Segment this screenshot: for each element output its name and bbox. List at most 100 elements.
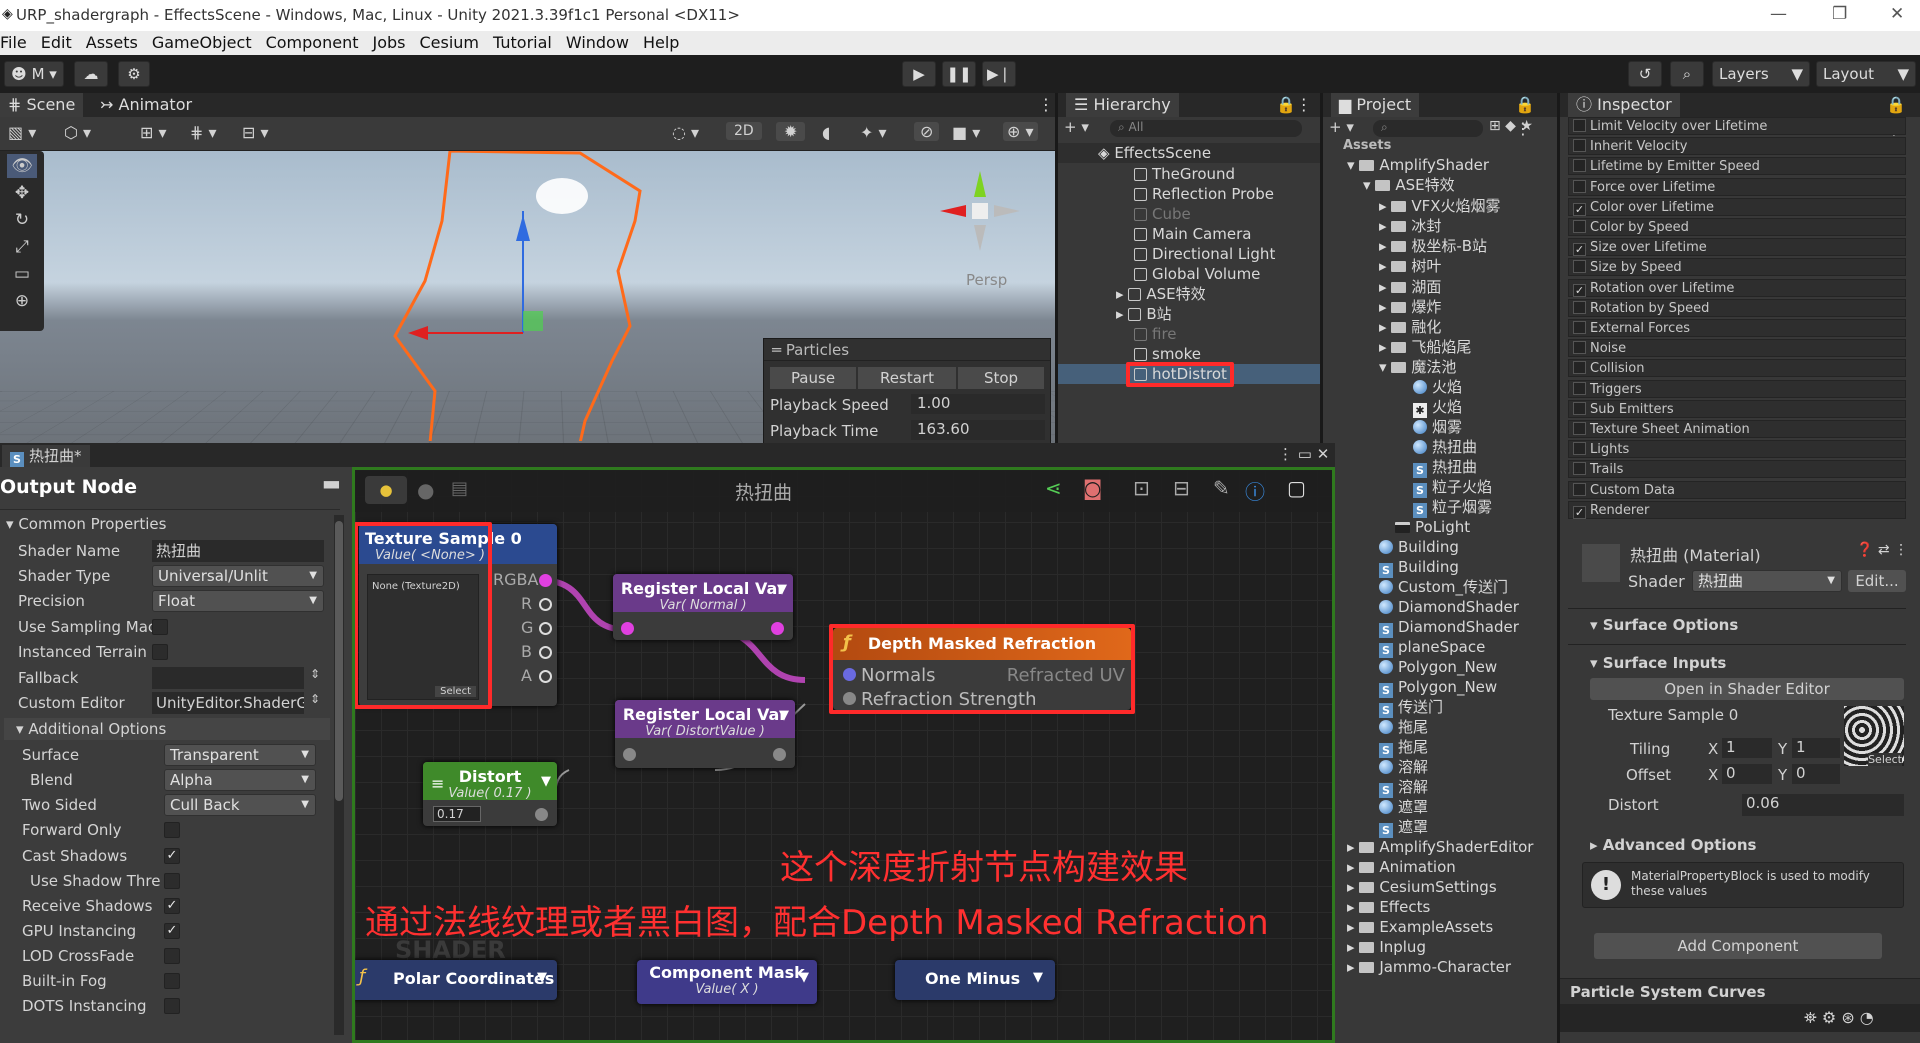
- module-checkbox[interactable]: [1573, 381, 1586, 395]
- one-minus-node[interactable]: One Minus ▼: [895, 960, 1055, 1000]
- menu-gameobject[interactable]: GameObject: [152, 31, 252, 55]
- close-button[interactable]: ✕: [1890, 4, 1904, 24]
- project-root[interactable]: Assets: [1343, 136, 1391, 156]
- rotate-tool-icon[interactable]: ↻: [7, 208, 37, 232]
- shader-type-dropdown[interactable]: Universal/Unlit: [152, 565, 324, 587]
- project-item[interactable]: S 粒子烟雾: [1413, 497, 1492, 518]
- project-item[interactable]: ▸ 极坐标-B站: [1379, 236, 1487, 256]
- gpu-instancing-checkbox[interactable]: ✓: [164, 923, 180, 939]
- project-item[interactable]: ▸ 爆炸: [1379, 297, 1441, 317]
- module-checkbox[interactable]: [1573, 361, 1586, 375]
- distort-float-node[interactable]: Distort Value( 0.17 ) ≡ ▼ 0.17: [423, 762, 557, 826]
- module-checkbox[interactable]: [1573, 159, 1586, 173]
- module-row[interactable]: ✓ Color over Lifetime: [1568, 197, 1906, 216]
- gizmo-cube-icon[interactable]: ⬡ ▾: [64, 123, 91, 142]
- module-checkbox[interactable]: [1573, 482, 1586, 496]
- module-checkbox[interactable]: [1573, 119, 1586, 132]
- module-checkbox[interactable]: ✓: [1573, 243, 1586, 257]
- draw-mode-icon[interactable]: ▧ ▾: [8, 123, 36, 142]
- open-shader-editor-button[interactable]: Open in Shader Editor: [1590, 678, 1904, 700]
- playback-time-field[interactable]: 163.60: [911, 420, 1045, 440]
- project-item[interactable]: ▸ VFX火焰烟雾: [1379, 196, 1500, 216]
- dots-instancing-checkbox[interactable]: [164, 998, 180, 1014]
- register-local-var-normal-node[interactable]: Register Local Var Var( Normal ) ▼: [613, 574, 793, 640]
- hierarchy-item[interactable]: smoke: [1134, 344, 1201, 364]
- chevron-down-icon[interactable]: ▼: [1033, 970, 1043, 985]
- custom-editor-spinner-icon[interactable]: ⇕: [310, 692, 320, 706]
- port-out[interactable]: [535, 808, 548, 821]
- project-item[interactable]: 溶解: [1379, 757, 1428, 777]
- module-checkbox[interactable]: [1573, 300, 1586, 314]
- module-row[interactable]: Custom Data: [1568, 480, 1906, 499]
- hierarchy-item[interactable]: Main Camera: [1134, 224, 1251, 244]
- project-item[interactable]: Custom_传送门: [1379, 577, 1508, 597]
- port-in[interactable]: [621, 622, 634, 635]
- menu-component[interactable]: Component: [266, 31, 359, 55]
- module-checkbox[interactable]: [1573, 422, 1586, 435]
- orbit-icon[interactable]: ◌ ▾: [672, 123, 699, 142]
- module-checkbox[interactable]: [1573, 139, 1586, 153]
- project-item[interactable]: S 溶解: [1379, 777, 1428, 798]
- minimize-button[interactable]: —: [1770, 4, 1787, 24]
- rect-tool-icon[interactable]: ▭: [7, 262, 37, 286]
- window-controls-icon[interactable]: ⋮ ▭ ✕: [1278, 445, 1329, 463]
- status-icons[interactable]: ⛯ ⚙ ⊛ ◔: [1804, 1008, 1874, 1028]
- scale-tool-icon[interactable]: ⤢: [7, 235, 37, 259]
- module-row[interactable]: Collision: [1568, 359, 1906, 378]
- distort-field[interactable]: 0.06: [1742, 794, 1904, 816]
- collab-icon[interactable]: ⚙: [118, 61, 150, 87]
- hierarchy-item[interactable]: ▸ ASE特效: [1116, 284, 1206, 304]
- two-sided-dropdown[interactable]: Cull Back: [164, 794, 316, 816]
- project-item[interactable]: ✱ 火焰: [1413, 397, 1462, 418]
- project-item[interactable]: 烟雾: [1413, 417, 1462, 437]
- grid-icon[interactable]: ⋕ ▾: [190, 123, 217, 142]
- module-checkbox[interactable]: [1573, 401, 1586, 415]
- tab-scene[interactable]: ⋕ Scene: [0, 93, 84, 117]
- account-dropdown[interactable]: ☻ M ▾: [4, 61, 64, 87]
- project-item[interactable]: S 拖尾: [1379, 737, 1428, 758]
- tiling-x-field[interactable]: 1: [1722, 738, 1772, 758]
- project-item[interactable]: ▸ 冰封: [1379, 216, 1441, 236]
- module-checkbox[interactable]: [1573, 341, 1586, 355]
- maximize-button[interactable]: ❐: [1832, 4, 1847, 24]
- project-item[interactable]: 火焰: [1413, 377, 1462, 397]
- project-item[interactable]: ▸ AmplifyShaderEditor: [1347, 837, 1533, 857]
- hierarchy-item[interactable]: Cube: [1134, 204, 1191, 224]
- layout-dropdown[interactable]: Layout ▼: [1816, 61, 1916, 87]
- hierarchy-item[interactable]: TheGround: [1134, 164, 1235, 184]
- project-item[interactable]: S 传送门: [1379, 697, 1443, 718]
- register-local-var-distort-node[interactable]: Register Local Var Var( DistortValue ) ▼: [615, 700, 795, 768]
- search-icon[interactable]: ⌕: [1670, 61, 1704, 87]
- port-g[interactable]: [539, 622, 552, 635]
- surface-options-foldout[interactable]: ▾ Surface Options: [1590, 616, 1738, 634]
- camera-icon[interactable]: ■ ▾: [952, 123, 980, 142]
- menu-edit[interactable]: Edit: [41, 31, 72, 55]
- tab-shader-graph[interactable]: S 热扭曲*: [2, 445, 90, 467]
- hierarchy-item[interactable]: Reflection Probe: [1134, 184, 1274, 204]
- tiling-y-field[interactable]: 1: [1792, 738, 1840, 758]
- menu-cesium[interactable]: Cesium: [419, 31, 479, 55]
- component-mask-node[interactable]: Component Mask Value( X ) ▼: [637, 960, 817, 1004]
- project-item[interactable]: ▸ 飞船焰尾: [1379, 337, 1471, 357]
- chevron-down-icon[interactable]: ▼: [541, 774, 551, 789]
- project-item[interactable]: Polygon_New: [1379, 657, 1497, 677]
- port-r[interactable]: [539, 598, 552, 611]
- shader-name-field[interactable]: 热扭曲: [152, 540, 324, 562]
- port-out[interactable]: [771, 622, 784, 635]
- project-search[interactable]: ⌕: [1373, 120, 1483, 137]
- create-asset-button[interactable]: + ▾: [1329, 118, 1354, 136]
- advanced-options-foldout[interactable]: ▸ Advanced Options: [1590, 836, 1756, 854]
- hidden-objects-icon[interactable]: ⊘: [914, 122, 940, 141]
- module-checkbox[interactable]: ✓: [1573, 505, 1586, 519]
- project-item[interactable]: ▸ 融化: [1379, 317, 1441, 337]
- play-button[interactable]: ▶: [902, 61, 936, 87]
- project-item[interactable]: S 遮罩: [1379, 817, 1428, 838]
- common-properties-foldout[interactable]: ▾ Common Properties: [6, 513, 166, 535]
- module-row[interactable]: Color by Speed: [1568, 218, 1906, 236]
- project-item[interactable]: S 热扭曲: [1413, 457, 1477, 478]
- surface-inputs-foldout[interactable]: ▾ Surface Inputs: [1590, 654, 1726, 672]
- module-checkbox[interactable]: ✓: [1573, 202, 1586, 216]
- add-component-button[interactable]: Add Component: [1594, 933, 1882, 959]
- project-item[interactable]: ▸ CesiumSettings: [1347, 877, 1497, 897]
- project-item[interactable]: S Polygon_New: [1379, 677, 1497, 698]
